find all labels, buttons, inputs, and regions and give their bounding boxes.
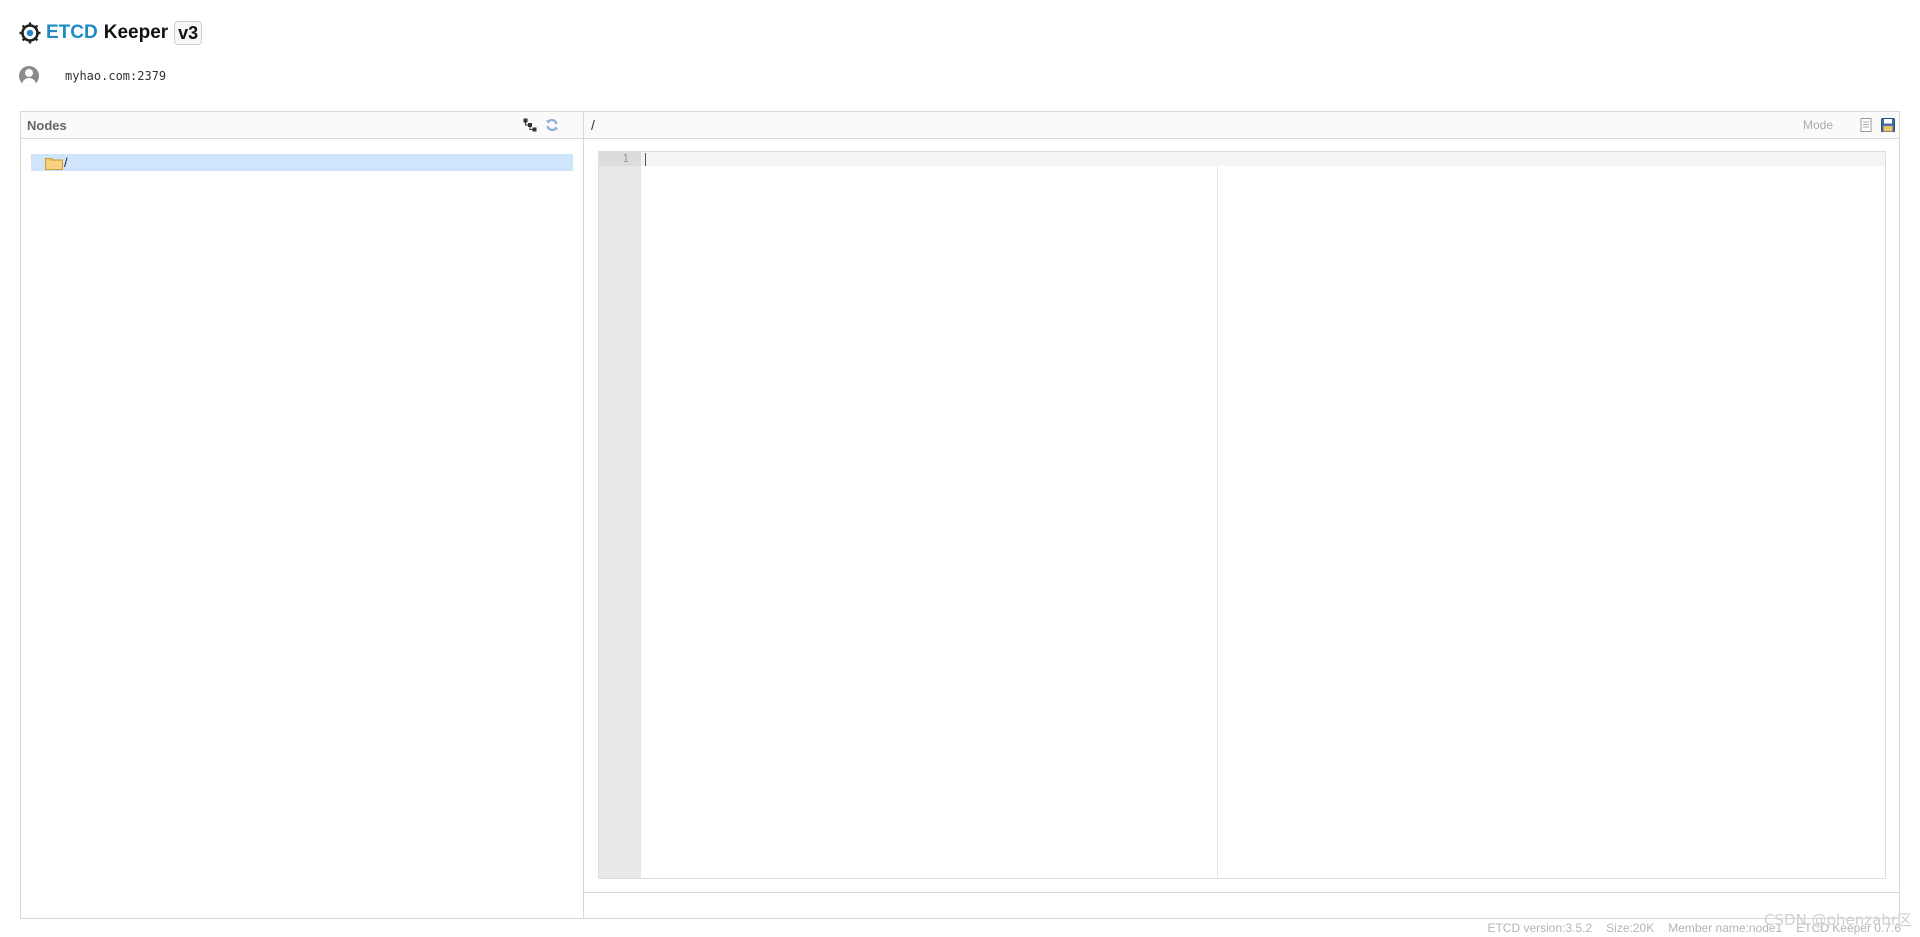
refresh-icon[interactable] [545,118,559,132]
nodes-panel-header: Nodes [21,112,583,139]
line-number: 1 [599,152,641,166]
version-badge: v3 [174,21,203,45]
app-name: Keeper [103,22,169,43]
text-cursor [645,153,646,166]
host-info: myhao.com:2379 [19,65,166,87]
avatar-icon[interactable] [19,66,39,86]
watermark: CSDN @phenzahr区 [1763,911,1912,929]
save-icon[interactable] [1881,118,1895,132]
tree-node-label: / [64,155,68,170]
etcd-logo-icon [19,22,41,44]
print-margin-line [1217,166,1218,878]
db-size: Size:20K [1606,921,1655,935]
app-header: ETCD Keeper v3 [19,18,203,48]
etcd-version: ETCD version:3.5.2 [1487,921,1593,935]
active-line-highlight [641,152,1885,166]
nodes-panel: Nodes / [20,111,584,919]
current-path: / [591,117,595,133]
tree-node-root[interactable]: / [31,154,573,171]
editor-panel: / Mode 1 [584,111,1900,919]
nodes-panel-title: Nodes [27,117,67,133]
mode-selector[interactable]: Mode [1803,118,1833,132]
document-icon[interactable] [1859,118,1873,132]
host-address: myhao.com:2379 [65,69,167,83]
brand-name: ETCD [46,22,98,43]
editor-gutter [599,152,641,878]
editor-status-area [584,892,1899,918]
editor-panel-header: / Mode [584,112,1899,139]
folder-icon [45,157,63,170]
code-editor[interactable]: 1 [598,151,1886,879]
tree-view-icon[interactable] [523,118,537,132]
